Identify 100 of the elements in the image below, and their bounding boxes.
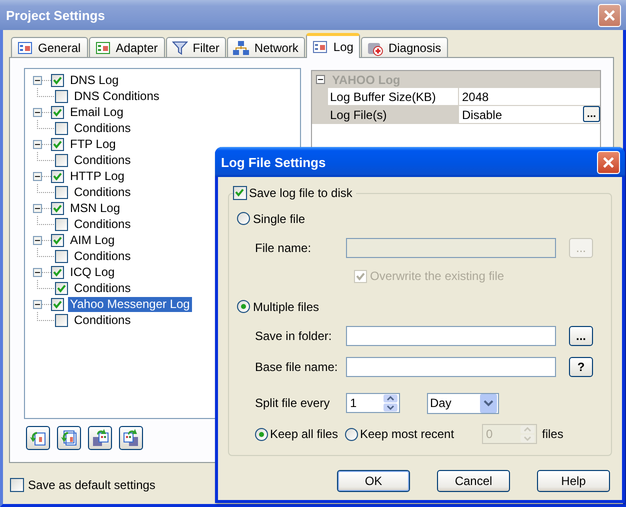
tree-item[interactable]: Conditions (72, 312, 133, 328)
input-field[interactable] (346, 326, 556, 346)
checkbox[interactable] (51, 170, 64, 182)
property-value[interactable]: 2048 (459, 88, 600, 105)
radio-label: Single file (253, 212, 306, 226)
disk-arrow-icon (122, 429, 140, 447)
field-label: File name: (255, 241, 312, 255)
collapse-icon[interactable] (33, 76, 51, 84)
tree-item[interactable]: Conditions (72, 216, 133, 232)
tab[interactable]: Log (306, 33, 360, 58)
tab-icon (233, 40, 250, 56)
radio-button[interactable] (237, 212, 250, 225)
spin-arrows-icon (383, 394, 398, 412)
close-button[interactable] (597, 150, 620, 174)
collapse-icon[interactable] (33, 108, 51, 116)
property-name[interactable]: Log Buffer Size(KB) (328, 88, 459, 105)
checkbox-label: Save as default settings (28, 478, 156, 492)
tab[interactable]: General (11, 37, 88, 57)
tree-item[interactable]: FTP Log (68, 136, 118, 152)
toolbar-button[interactable] (26, 426, 50, 450)
checkbox[interactable] (55, 122, 68, 134)
collapse-icon[interactable] (33, 300, 51, 308)
checkbox[interactable] (51, 106, 64, 118)
dialog-button[interactable]: Help (537, 470, 610, 492)
tree-item[interactable]: HTTP Log (68, 168, 126, 184)
checkbox[interactable] (51, 298, 64, 310)
tree-item[interactable]: MSN Log (68, 200, 122, 216)
tree-item[interactable]: Conditions (72, 248, 133, 264)
window-arrow-icon (29, 429, 47, 447)
checkbox[interactable] (51, 266, 64, 278)
tree-line (37, 88, 55, 97)
spin-arrows-icon (520, 425, 535, 443)
checkbox-label: Overwrite the existing file (370, 269, 504, 283)
tree-item[interactable]: DNS Log (68, 72, 121, 88)
property-name[interactable]: Log File(s) (328, 106, 459, 123)
collapse-icon[interactable] (33, 172, 51, 180)
tab-icon (312, 39, 328, 55)
collapse-icon[interactable] (33, 204, 51, 212)
dialog-button[interactable]: Cancel (437, 470, 510, 492)
window-arrow-icon (60, 429, 78, 447)
checkbox[interactable] (55, 250, 68, 262)
disk-arrow-icon (91, 429, 109, 447)
tree-item[interactable]: AIM Log (68, 232, 117, 248)
tree-item[interactable]: Yahoo Messenger Log (68, 296, 192, 312)
tree-line (37, 312, 55, 321)
window-title: Project Settings (6, 8, 105, 22)
field-label: Split file every (255, 396, 331, 410)
help-button[interactable]: ? (569, 357, 593, 377)
collapse-icon[interactable] (33, 236, 51, 244)
tree-line (37, 184, 55, 193)
toolbar-button[interactable] (119, 426, 143, 450)
tab[interactable]: Network (227, 37, 306, 57)
radio-label: Keep most recent (360, 427, 454, 441)
checkbox[interactable] (55, 154, 68, 166)
radio-button[interactable] (237, 300, 250, 313)
checkbox[interactable] (51, 138, 64, 150)
tree-item[interactable]: DNS Conditions (72, 88, 162, 104)
property-value[interactable]: Disable (459, 106, 583, 123)
radio-label: Keep all files (270, 427, 338, 441)
toolbar-button[interactable] (57, 426, 81, 450)
collapse-icon[interactable] (33, 268, 51, 276)
checkbox[interactable] (51, 202, 64, 214)
tree-item[interactable]: Conditions (72, 152, 133, 168)
tree-item[interactable]: Conditions (72, 120, 133, 136)
tree-item[interactable]: ICQ Log (68, 264, 117, 280)
tab-icon (94, 40, 111, 56)
checkbox[interactable] (55, 218, 68, 230)
checkbox[interactable] (55, 282, 68, 294)
tab-icon (172, 40, 188, 56)
checkbox[interactable] (233, 186, 247, 200)
tree-item[interactable]: Conditions (72, 280, 133, 296)
tab[interactable]: Diagnosis (361, 37, 448, 57)
collapse-icon[interactable] (316, 75, 325, 84)
tab[interactable]: Filter (166, 37, 226, 57)
tab[interactable]: Adapter (88, 37, 165, 57)
toolbar-button[interactable] (88, 426, 112, 450)
browse-button[interactable]: ... (569, 326, 593, 346)
checkbox[interactable] (10, 478, 24, 492)
dialog-button[interactable]: OK (337, 470, 410, 492)
unit-label: files (542, 427, 564, 441)
input-field[interactable] (346, 357, 556, 377)
browse-button[interactable]: ... (583, 106, 600, 122)
tree-line (37, 216, 55, 225)
tree-line (37, 120, 55, 129)
checkbox[interactable] (55, 314, 68, 326)
checkbox[interactable] (51, 234, 64, 246)
close-button[interactable] (598, 4, 621, 26)
tree-item[interactable]: Conditions (72, 184, 133, 200)
checkbox-label: Save log file to disk (249, 186, 352, 200)
tree-line (37, 280, 55, 289)
radio-label: Multiple files (253, 300, 320, 314)
dropdown[interactable]: Day (427, 392, 499, 414)
checkbox[interactable] (55, 186, 68, 198)
checkbox[interactable] (51, 74, 64, 86)
collapse-icon[interactable] (33, 140, 51, 148)
radio-button[interactable] (255, 428, 268, 440)
tree-item[interactable]: Email Log (68, 104, 126, 120)
spin-box[interactable]: 1 (346, 393, 400, 413)
tree-line (37, 248, 55, 257)
checkbox[interactable] (55, 90, 68, 102)
